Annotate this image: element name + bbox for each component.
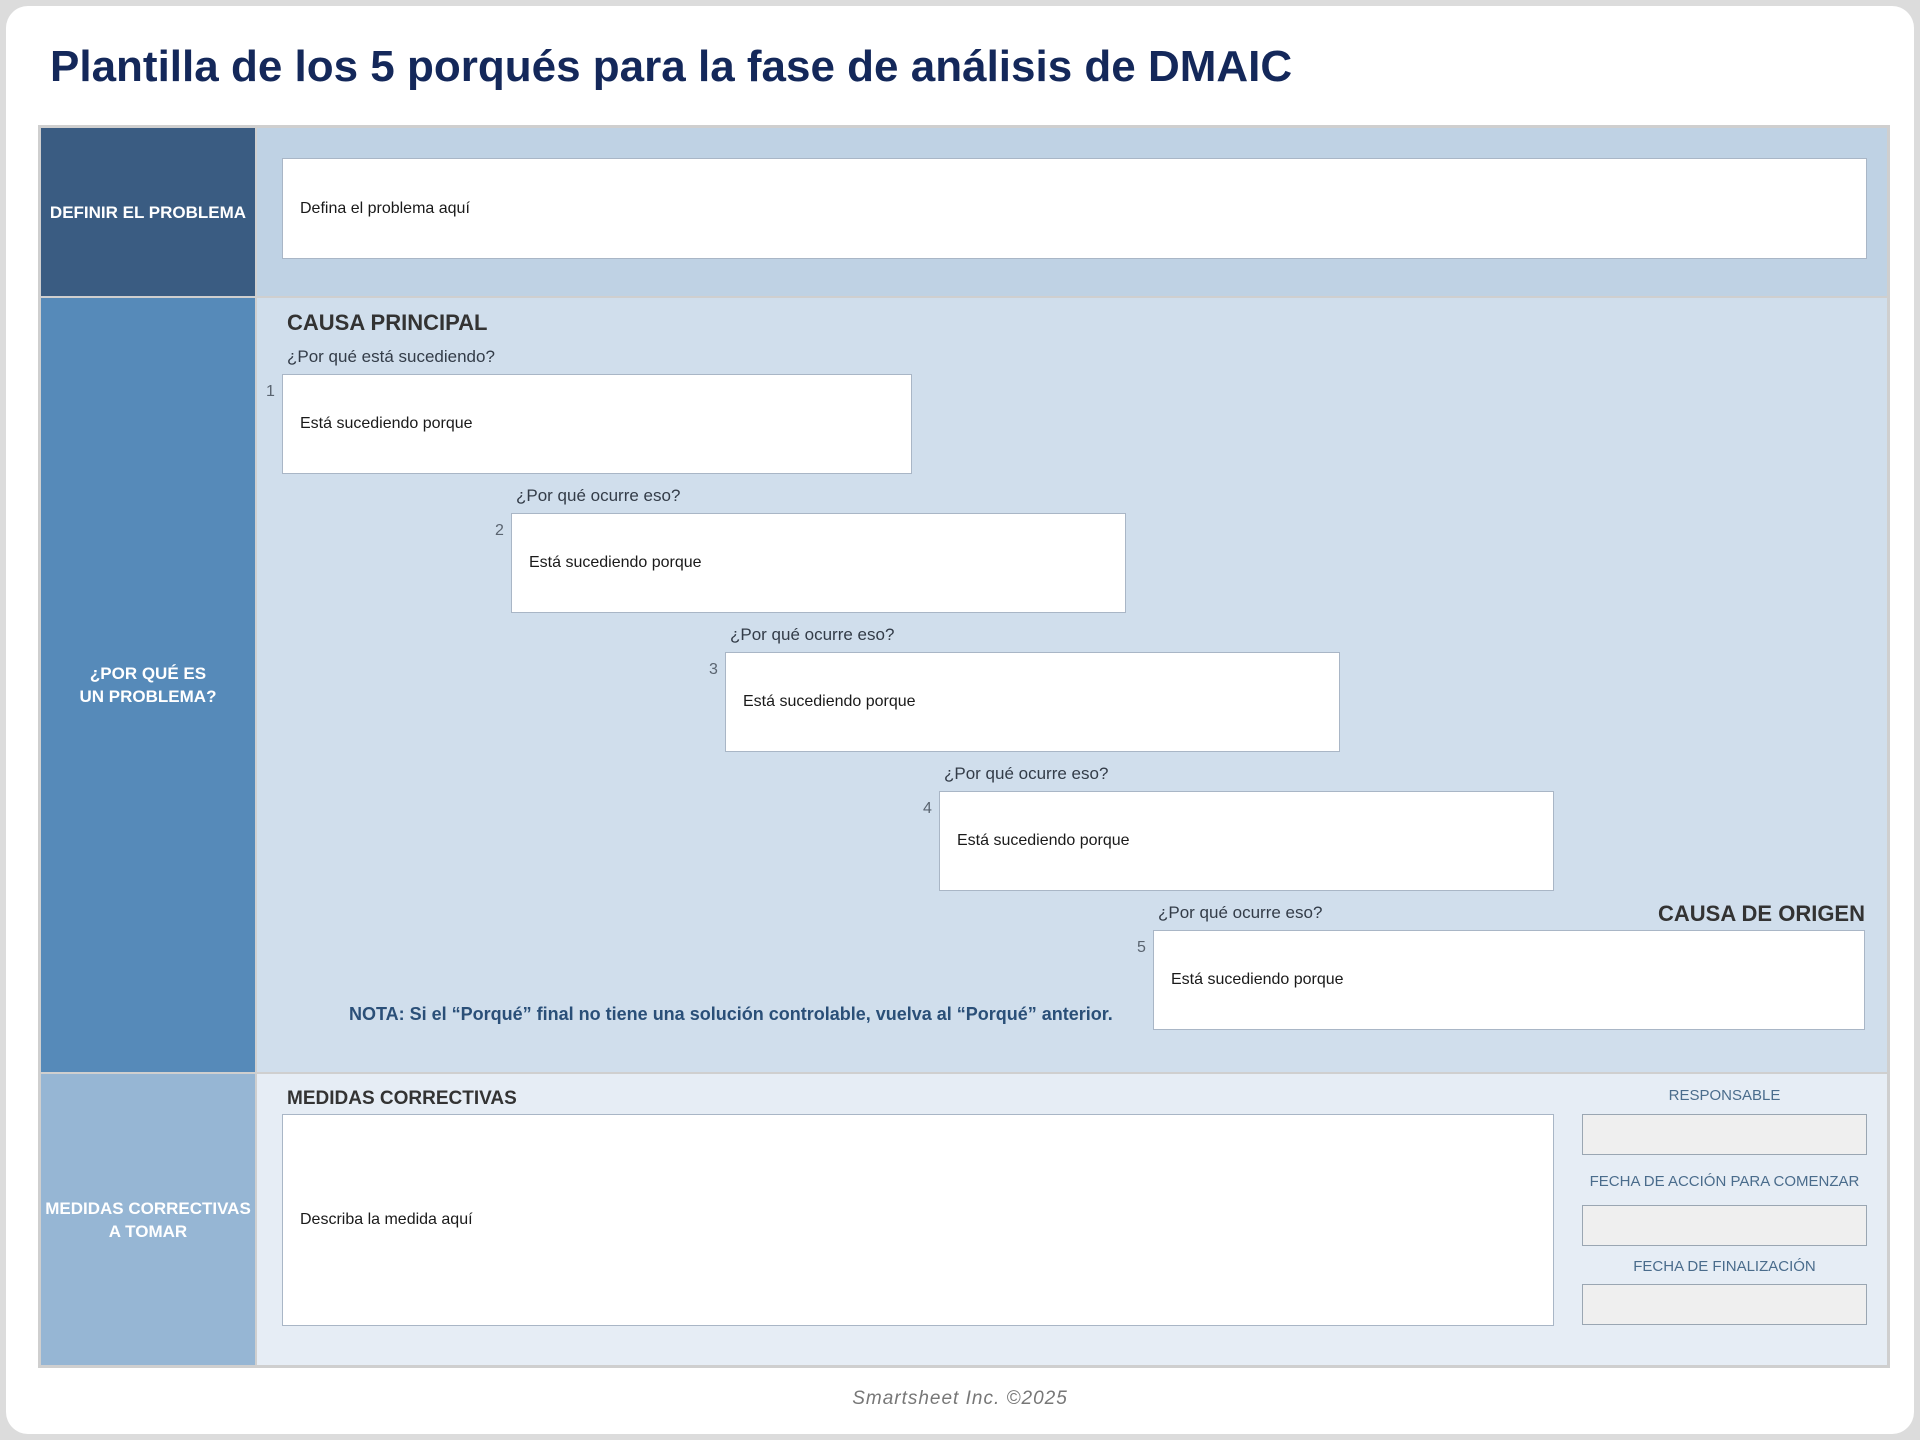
note-text: NOTA: Si el “Porqué” final no tiene una …	[349, 1004, 1113, 1024]
corrective-area: MEDIDAS CORRECTIVAS Describa la medida a…	[257, 1074, 1887, 1365]
why-number-3: 3	[709, 661, 718, 678]
why-label-line2: UN PROBLEMA?	[79, 687, 217, 706]
why-answer-field-5[interactable]: Está sucediendo porque	[1153, 930, 1865, 1030]
corrective-label-line2: A TOMAR	[108, 1221, 188, 1241]
end-date-label: FECHA DE FINALIZACIÓN	[1633, 1258, 1816, 1275]
why-area: CAUSA PRINCIPAL CAUSA DE ORIGEN ¿Por qué…	[257, 298, 1887, 1072]
problem-field[interactable]: Defina el problema aquí	[282, 158, 1867, 259]
corrective-section: MEDIDAS CORRECTIVAS A TOMAR MEDIDAS CORR…	[41, 1074, 1887, 1365]
why-question-1: ¿Por qué está sucediendo?	[287, 347, 495, 366]
why-answer-text-1: Está sucediendo porque	[300, 415, 473, 432]
why-answer-text-4: Está sucediendo porque	[957, 832, 1130, 849]
why-answer-field-1[interactable]: Está sucediendo porque	[282, 374, 912, 474]
why-number-1: 1	[266, 383, 275, 400]
why-answer-field-2[interactable]: Está sucediendo porque	[511, 513, 1126, 613]
end-date-field[interactable]	[1582, 1284, 1867, 1325]
why-question-4: ¿Por qué ocurre eso?	[944, 764, 1109, 783]
footer-copyright: Smartsheet Inc. ©2025	[852, 1388, 1068, 1409]
corrective-field[interactable]: Describa la medida aquí	[282, 1114, 1554, 1326]
why-question-3: ¿Por qué ocurre eso?	[730, 625, 895, 644]
corrective-label: MEDIDAS CORRECTIVAS A TOMAR	[41, 1074, 255, 1365]
why-question-2: ¿Por qué ocurre eso?	[516, 486, 681, 505]
principal-cause-heading: CAUSA PRINCIPAL	[287, 310, 488, 335]
why-answer-text-2: Está sucediendo porque	[529, 554, 702, 571]
template-sheet: Plantilla de los 5 porqués para la fase …	[6, 6, 1914, 1434]
define-problem-label-text: DEFINIR EL PROBLEMA	[49, 202, 247, 222]
define-problem-area: Defina el problema aquí	[257, 128, 1887, 296]
why-section: ¿POR QUÉ ES UN PROBLEMA? CAUSA PRINCIPAL…	[41, 298, 1887, 1072]
responsible-label: RESPONSABLE	[1668, 1087, 1781, 1104]
why-number-5: 5	[1137, 939, 1146, 956]
corrective-field-text: Describa la medida aquí	[300, 1211, 473, 1228]
why-number-2: 2	[495, 522, 504, 539]
problem-field-text: Defina el problema aquí	[300, 199, 470, 217]
define-problem-label: DEFINIR EL PROBLEMA	[41, 128, 255, 296]
why-answer-text-3: Está sucediendo porque	[743, 693, 916, 710]
page-title: Plantilla de los 5 porqués para la fase …	[50, 42, 1293, 91]
why-label-line1: ¿POR QUÉ ES	[89, 664, 207, 683]
why-answer-field-3[interactable]: Está sucediendo porque	[725, 652, 1340, 752]
define-problem-section: DEFINIR EL PROBLEMA Defina el problema a…	[41, 128, 1887, 296]
why-answer-field-4[interactable]: Está sucediendo porque	[939, 791, 1554, 891]
why-answer-text-5: Está sucediendo porque	[1171, 971, 1344, 988]
corrective-heading: MEDIDAS CORRECTIVAS	[287, 1088, 517, 1109]
start-date-field[interactable]	[1582, 1205, 1867, 1246]
start-date-label: FECHA DE ACCIÓN PARA COMENZAR	[1589, 1173, 1860, 1190]
origin-cause-heading: CAUSA DE ORIGEN	[1658, 901, 1865, 926]
corrective-label-line1: MEDIDAS CORRECTIVAS	[45, 1198, 251, 1218]
responsible-field[interactable]	[1582, 1114, 1867, 1155]
template-frame: DEFINIR EL PROBLEMA Defina el problema a…	[38, 125, 1890, 1368]
why-number-4: 4	[923, 800, 932, 817]
why-question-5: ¿Por qué ocurre eso?	[1158, 903, 1323, 922]
why-label: ¿POR QUÉ ES UN PROBLEMA?	[41, 298, 255, 1072]
